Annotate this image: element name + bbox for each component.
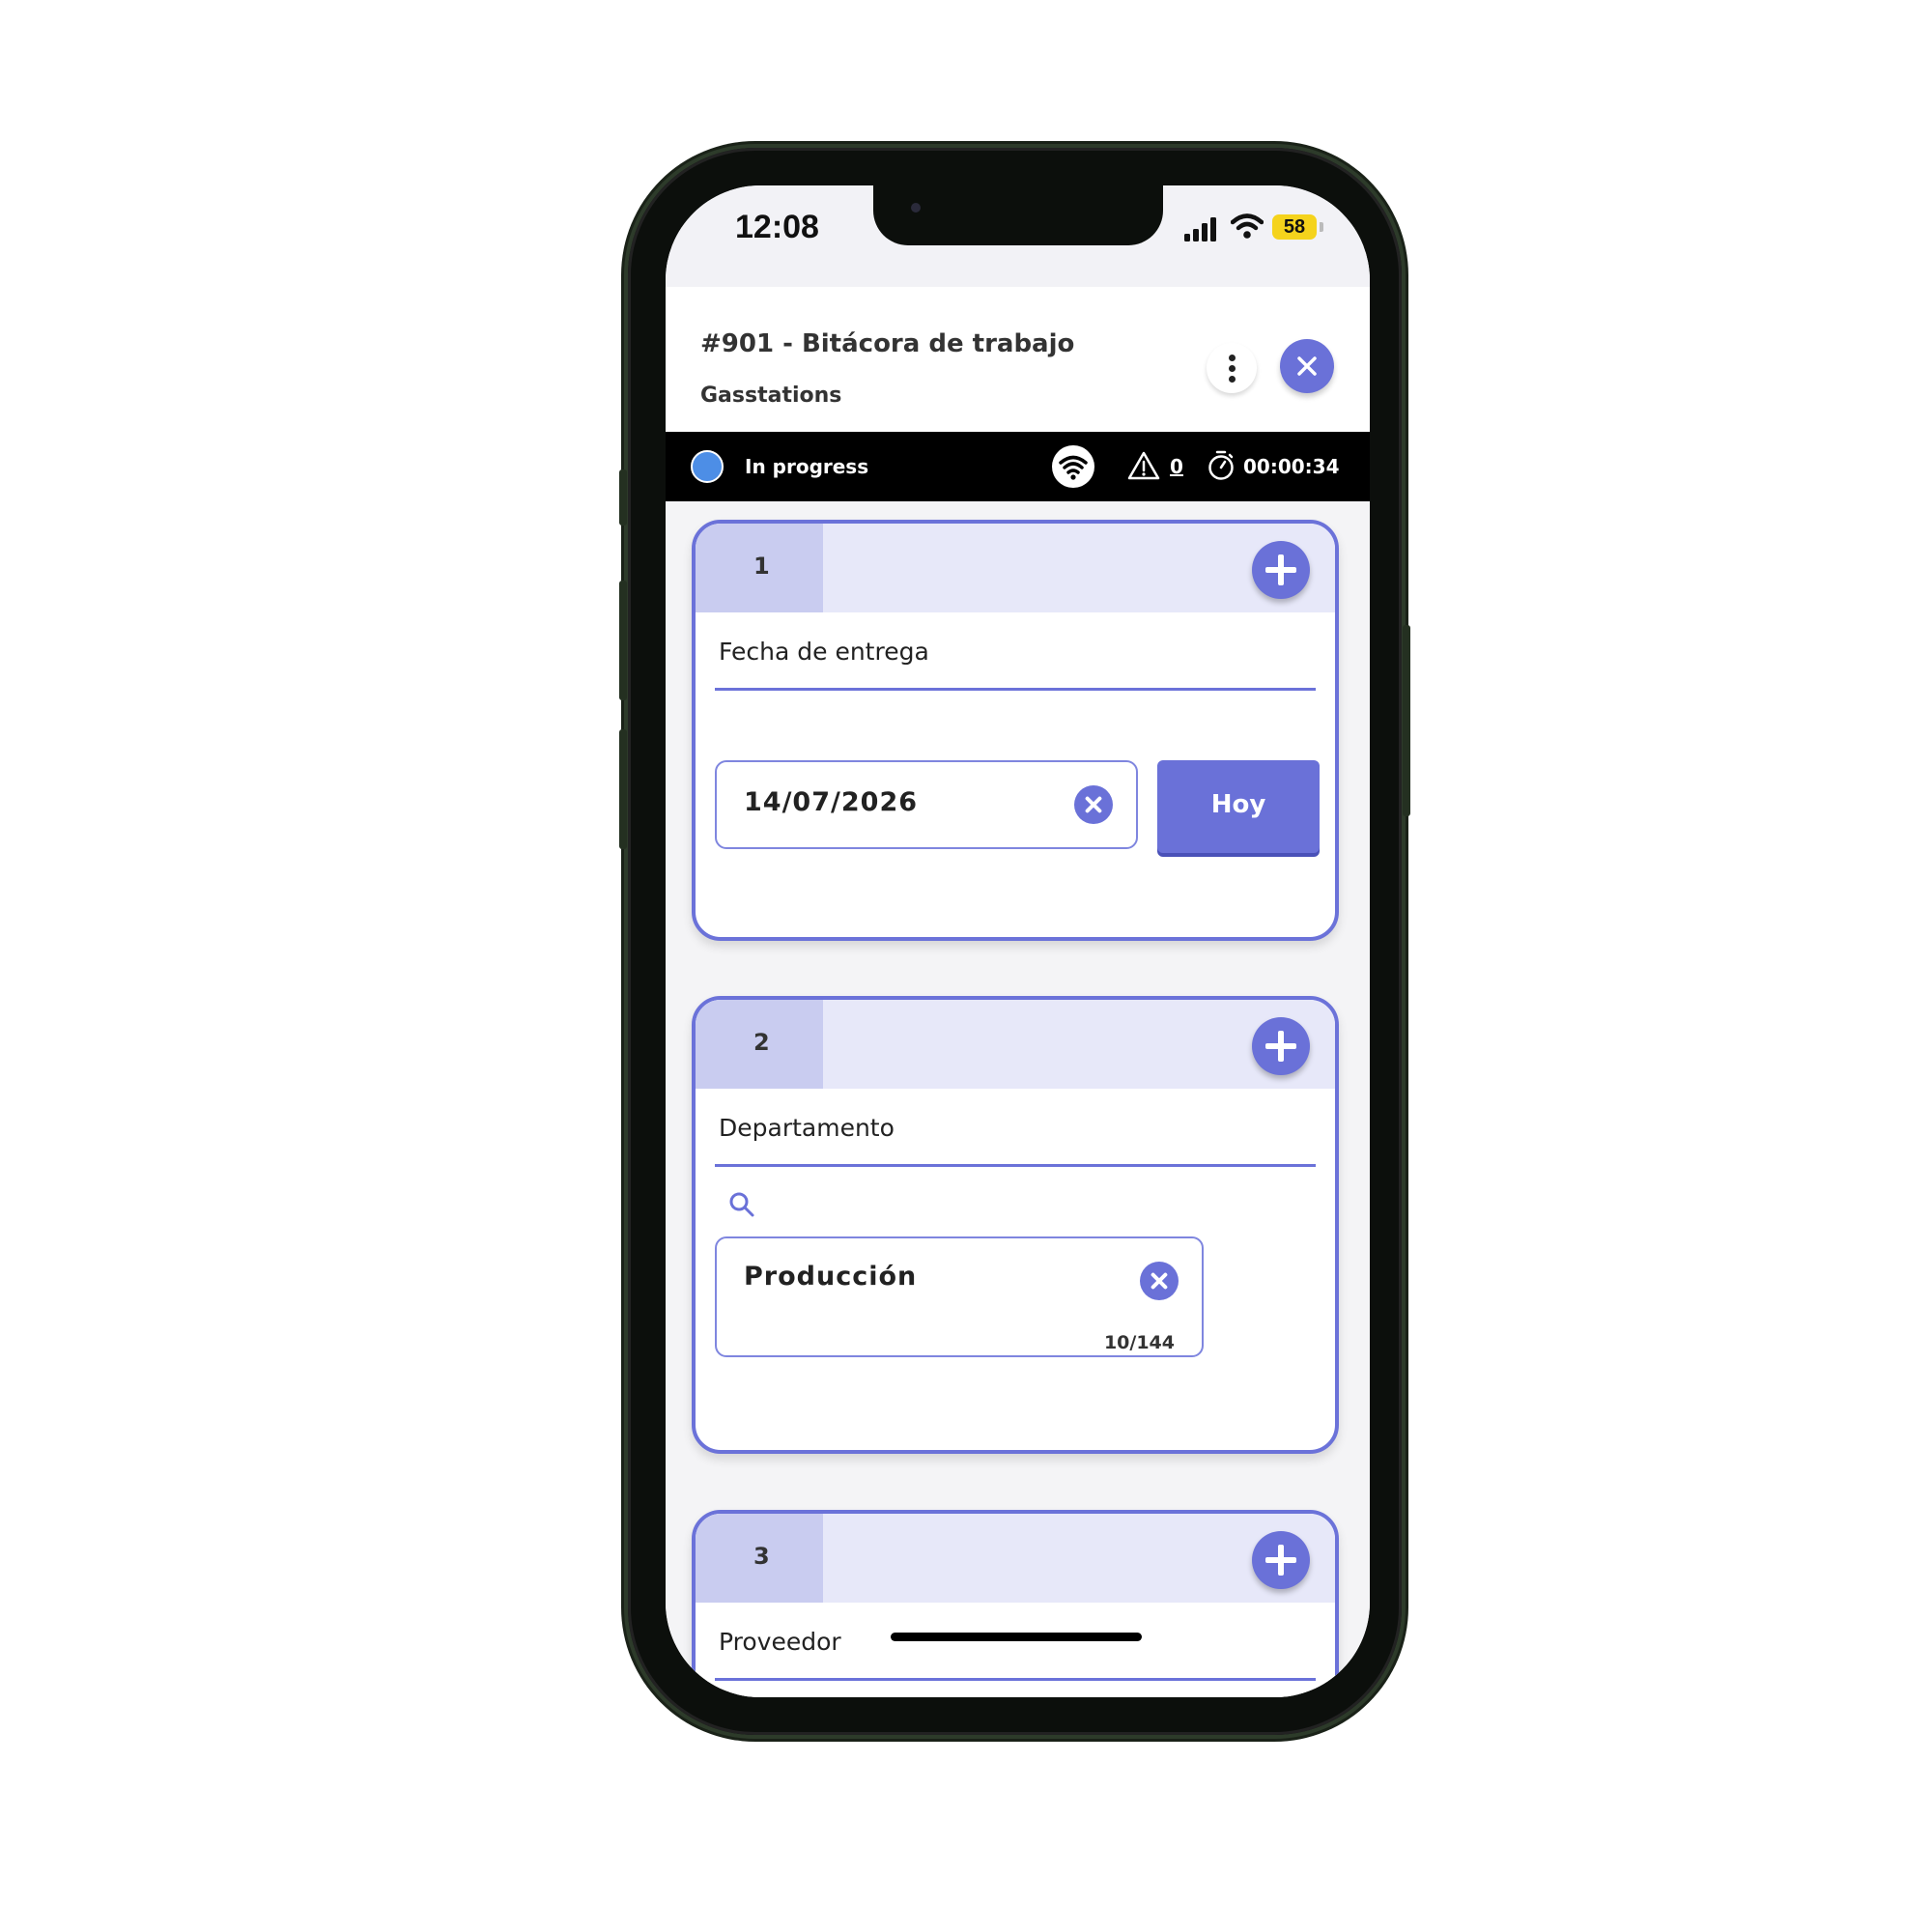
date-field[interactable]: 14/07/2026 bbox=[715, 760, 1138, 849]
divider bbox=[715, 1678, 1316, 1681]
page-subtitle: Gasstations bbox=[700, 384, 842, 408]
close-button[interactable] bbox=[1280, 339, 1334, 393]
date-value: 14/07/2026 bbox=[744, 787, 919, 817]
card-number: 3 bbox=[753, 1543, 770, 1570]
status-bar: 12:08 58 bbox=[666, 185, 1370, 287]
card-number: 1 bbox=[753, 553, 770, 580]
field-label: Proveedor bbox=[719, 1628, 841, 1656]
close-icon bbox=[1297, 356, 1317, 376]
wifi-icon bbox=[1059, 455, 1088, 480]
power-button bbox=[1403, 625, 1410, 816]
clear-date-icon[interactable] bbox=[1074, 785, 1113, 824]
more-options-button[interactable] bbox=[1207, 343, 1257, 393]
today-button[interactable]: Hoy bbox=[1157, 760, 1320, 853]
card-number: 2 bbox=[753, 1029, 770, 1056]
screen: 12:08 58 #901 - Bitácora de trabajo Gass… bbox=[666, 185, 1370, 1697]
connection-status-button[interactable] bbox=[1052, 445, 1094, 488]
question-card-3: 3 Proveedor bbox=[692, 1510, 1339, 1697]
page-title: #901 - Bitácora de trabajo bbox=[700, 329, 1075, 358]
selected-option[interactable]: Producción 10/144 bbox=[715, 1236, 1204, 1357]
form-content: 1 Fecha de entrega 14/07/2026 Hoy 2 Depa… bbox=[666, 501, 1370, 1697]
kebab-icon bbox=[1229, 355, 1236, 361]
divider bbox=[715, 688, 1316, 691]
status-strip: In progress 0 00:00:34 bbox=[666, 432, 1370, 501]
kebab-icon bbox=[1229, 365, 1236, 372]
battery-indicator: 58 bbox=[1272, 214, 1317, 240]
question-card-1: 1 Fecha de entrega 14/07/2026 Hoy bbox=[692, 520, 1339, 941]
add-button[interactable] bbox=[1252, 1017, 1310, 1075]
app-header: #901 - Bitácora de trabajo Gasstations bbox=[666, 287, 1370, 432]
clear-selection-icon[interactable] bbox=[1140, 1262, 1179, 1300]
field-label: Departamento bbox=[719, 1114, 895, 1142]
card-number-box: 2 bbox=[696, 1000, 823, 1089]
phone-frame: 12:08 58 #901 - Bitácora de trabajo Gass… bbox=[619, 148, 1410, 1735]
divider bbox=[715, 1164, 1316, 1167]
field-label: Fecha de entrega bbox=[719, 638, 929, 666]
warning-count[interactable]: 0 bbox=[1170, 455, 1183, 478]
option-count: 10/144 bbox=[1103, 1332, 1175, 1353]
volume-up-button bbox=[619, 581, 627, 700]
battery-tip bbox=[1320, 222, 1323, 232]
selected-value: Producción bbox=[744, 1262, 918, 1292]
mute-switch bbox=[619, 469, 627, 526]
add-button[interactable] bbox=[1252, 541, 1310, 599]
volume-down-button bbox=[619, 729, 627, 849]
clock: 12:08 bbox=[735, 209, 819, 245]
status-label: In progress bbox=[745, 455, 869, 478]
notch bbox=[873, 185, 1163, 245]
warning-icon bbox=[1127, 451, 1160, 480]
question-card-2: 2 Departamento Producción 10/144 bbox=[692, 996, 1339, 1454]
search-icon[interactable] bbox=[728, 1191, 755, 1218]
status-dot bbox=[691, 450, 724, 483]
home-indicator[interactable] bbox=[891, 1633, 1142, 1641]
card-number-box: 3 bbox=[696, 1514, 823, 1603]
kebab-icon bbox=[1229, 376, 1236, 383]
wifi-icon bbox=[1231, 213, 1264, 239]
elapsed-timer: 00:00:34 bbox=[1243, 455, 1340, 478]
card-number-box: 1 bbox=[696, 524, 823, 612]
camera bbox=[911, 203, 921, 213]
timer-icon bbox=[1208, 450, 1234, 480]
add-button[interactable] bbox=[1252, 1531, 1310, 1589]
cellular-signal-icon bbox=[1184, 217, 1216, 242]
